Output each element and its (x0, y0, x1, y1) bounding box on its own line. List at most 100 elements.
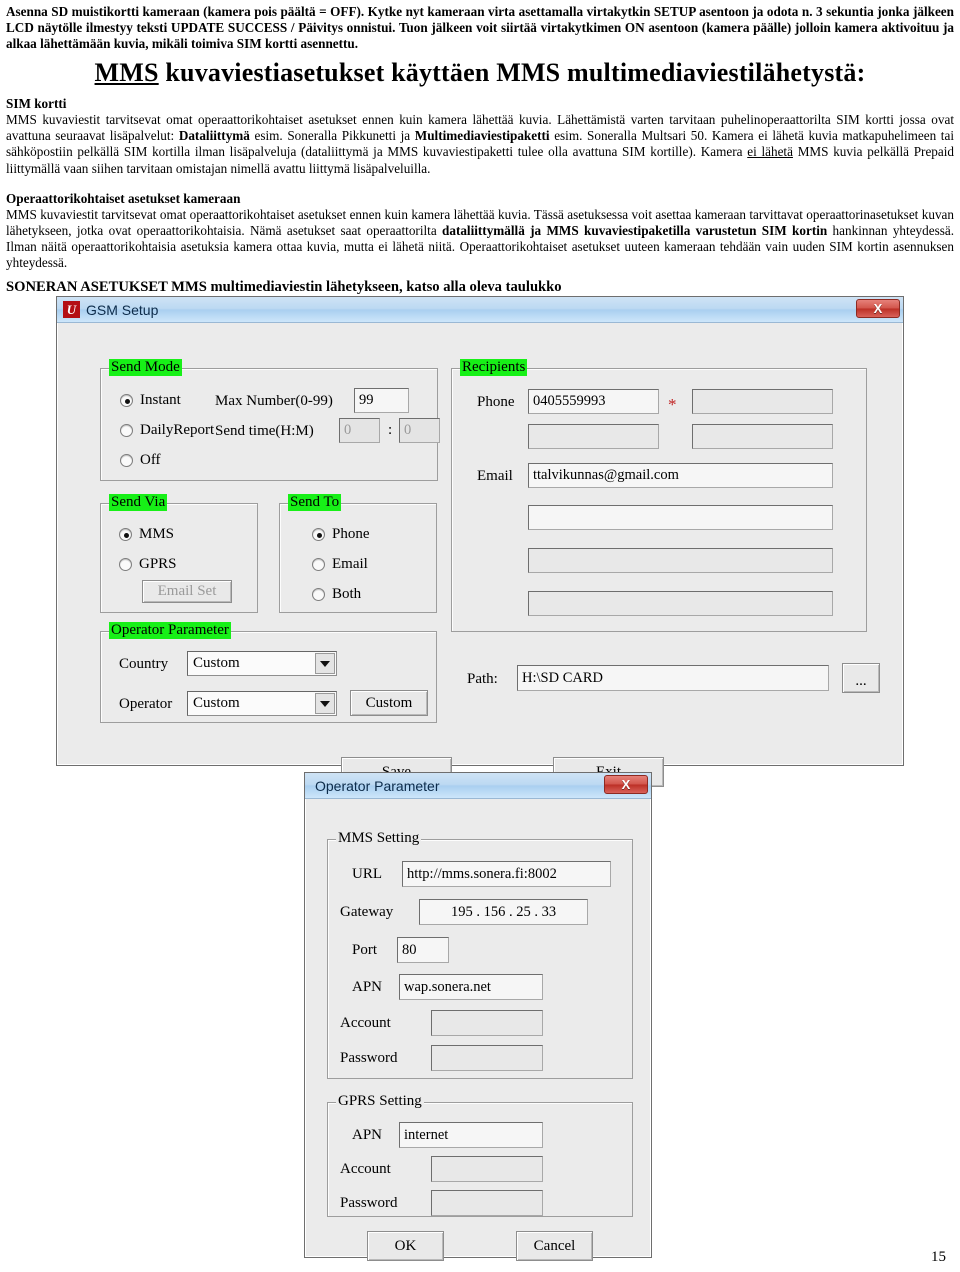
radio-mms-label: MMS (139, 526, 175, 542)
mms-setting-legend: MMS Setting (336, 830, 422, 847)
chevron-down-icon[interactable] (315, 693, 335, 714)
operator-parameter-group: Operator Parameter Country Custom Operat… (100, 622, 437, 723)
operator-parameter-title: Operator Parameter (315, 777, 440, 794)
radio-both[interactable]: Both (312, 586, 361, 603)
s2-bold-dataliittymalla: dataliittymällä ja MMS kuvaviestipaketil… (442, 222, 828, 238)
max-number-input[interactable]: 99 (354, 388, 409, 413)
page-title: MMS kuvaviestiasetukset käyttäen MMS mul… (6, 58, 954, 88)
radio-email[interactable]: Email (312, 556, 368, 573)
mms-setting-group: MMS Setting URL http://mms.sonera.fi:800… (327, 830, 633, 1079)
send-via-group: Send Via MMS GPRS Email Set (100, 494, 258, 613)
recipient-phone-3[interactable] (528, 424, 659, 449)
ok-button[interactable]: OK (367, 1231, 444, 1261)
radio-dailyreport[interactable]: DailyReport (120, 422, 214, 439)
s1-text-b: esim. Soneralla Pikkunetti ja (249, 128, 415, 144)
close-icon[interactable]: X (604, 775, 648, 794)
recipients-phone-label: Phone (477, 394, 515, 410)
radio-dailyreport-dot (120, 424, 133, 437)
intro-paragraph: Asenna SD muistikortti kameraan (kamera … (6, 4, 954, 52)
document-text-area: Asenna SD muistikortti kameraan (kamera … (0, 0, 960, 296)
radio-gprs[interactable]: GPRS (119, 556, 177, 573)
recipient-email-4[interactable] (528, 591, 833, 616)
recipient-email-3[interactable] (528, 548, 833, 573)
recipient-email-2[interactable] (528, 505, 833, 530)
radio-mms-dot (119, 528, 132, 541)
operator-label: Operator (119, 696, 173, 712)
mms-gateway-label: Gateway (340, 904, 394, 920)
gprs-password-label: Password (340, 1195, 398, 1211)
recipient-email-1[interactable]: ttalvikunnas@gmail.com (528, 463, 833, 488)
radio-phone-label: Phone (332, 526, 370, 542)
send-time-minute-input[interactable]: 0 (399, 418, 440, 443)
page-title-rest: kuvaviestiasetukset käyttäen MMS multime… (158, 58, 866, 88)
page-number: 15 (931, 1249, 946, 1265)
gprs-apn-input[interactable]: internet (399, 1122, 543, 1148)
radio-phone-dot (312, 528, 325, 541)
country-label: Country (119, 656, 169, 672)
radio-email-dot (312, 558, 325, 571)
mms-gateway-input[interactable]: 195 . 156 . 25 . 33 (419, 899, 588, 925)
radio-instant[interactable]: Instant (120, 392, 181, 409)
max-number-label: Max Number(0-99) (215, 393, 333, 409)
send-mode-group: Send Mode Instant DailyReport Off Max Nu… (100, 359, 440, 481)
send-time-hour-input[interactable]: 0 (339, 418, 380, 443)
operator-select-value: Custom (193, 695, 240, 711)
close-icon[interactable]: X (856, 299, 900, 318)
operator-parameter-titlebar[interactable]: Operator Parameter X (305, 773, 651, 799)
operator-select[interactable]: Custom (187, 691, 337, 716)
radio-off-label: Off (140, 452, 161, 468)
send-to-legend: Send To (288, 494, 342, 511)
radio-gprs-dot (119, 558, 132, 571)
send-via-legend: Send Via (109, 494, 168, 511)
radio-gprs-label: GPRS (139, 556, 177, 572)
custom-button[interactable]: Custom (350, 690, 428, 716)
cancel-button[interactable]: Cancel (516, 1231, 593, 1261)
radio-instant-dot (120, 394, 133, 407)
required-asterisk: * (668, 395, 677, 414)
s1-bold-dataliittyma: Dataliittymä (178, 128, 250, 144)
mms-password-label: Password (340, 1050, 398, 1066)
operator-parameter-body: MMS Setting URL http://mms.sonera.fi:800… (305, 799, 651, 1261)
mms-port-input[interactable]: 80 (397, 937, 449, 963)
recipients-group: Recipients Phone 0405559993 * Email ttal… (451, 359, 867, 632)
radio-instant-label: Instant (140, 392, 181, 408)
path-label: Path: (467, 671, 498, 687)
path-input[interactable]: H:\SD CARD (517, 665, 829, 691)
gprs-setting-group: GPRS Setting APN internet Account Passwo… (327, 1093, 633, 1217)
radio-mms[interactable]: MMS (119, 526, 174, 543)
gprs-account-label: Account (340, 1161, 391, 1177)
recipient-phone-4[interactable] (692, 424, 833, 449)
browse-button[interactable]: ... (842, 663, 880, 693)
radio-phone[interactable]: Phone (312, 526, 370, 543)
radio-off[interactable]: Off (120, 452, 161, 469)
country-select[interactable]: Custom (187, 651, 337, 676)
recipients-email-label: Email (477, 468, 513, 484)
send-mode-legend: Send Mode (109, 359, 182, 376)
country-select-value: Custom (193, 655, 240, 671)
email-set-button[interactable]: Email Set (142, 580, 232, 603)
app-logo-icon: U (63, 301, 80, 318)
chevron-down-icon[interactable] (315, 653, 335, 674)
mms-account-input[interactable] (431, 1010, 543, 1036)
section-heading-sim-kortti: SIM kortti (6, 96, 67, 112)
gprs-password-input[interactable] (431, 1190, 543, 1216)
radio-dailyreport-label: DailyReport (140, 422, 215, 438)
section-1-paragraph: MMS kuvaviestit tarvitsevat omat operaat… (6, 112, 954, 176)
section-heading-operaattorikohtaiset: Operaattorikohtaiset asetukset kameraan (6, 190, 241, 206)
gsm-setup-titlebar[interactable]: U GSM Setup X (57, 297, 903, 323)
send-to-group: Send To Phone Email Both (279, 494, 437, 613)
mms-apn-input[interactable]: wap.sonera.net (399, 974, 543, 1000)
mms-url-input[interactable]: http://mms.sonera.fi:8002 (402, 861, 611, 887)
gprs-account-input[interactable] (431, 1156, 543, 1182)
gsm-setup-dialog: U GSM Setup X Send Mode Instant DailyRep… (56, 296, 904, 787)
mms-apn-label: APN (352, 979, 383, 995)
radio-both-dot (312, 588, 325, 601)
mms-password-input[interactable] (431, 1045, 543, 1071)
send-time-separator: : (388, 422, 393, 438)
gsm-setup-body: Send Mode Instant DailyReport Off Max Nu… (57, 323, 903, 787)
radio-email-label: Email (332, 556, 368, 572)
recipient-phone-1[interactable]: 0405559993 (528, 389, 659, 414)
recipient-phone-2[interactable] (692, 389, 833, 414)
radio-off-dot (120, 454, 133, 467)
gprs-apn-label: APN (352, 1127, 383, 1143)
